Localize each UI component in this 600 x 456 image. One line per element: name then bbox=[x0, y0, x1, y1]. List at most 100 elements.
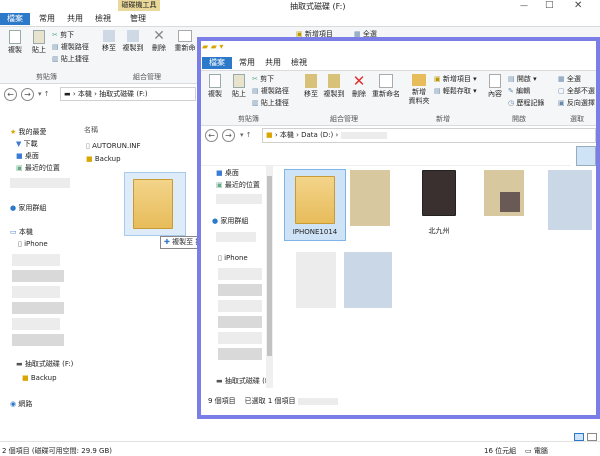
front-tab-home[interactable]: 常用 bbox=[234, 57, 260, 69]
back-address-current[interactable]: 抽取式磁碟 (F:) bbox=[99, 90, 148, 98]
back-tool-tab[interactable]: 磁碟機工具 bbox=[118, 0, 160, 11]
drive-icon: ▬ bbox=[64, 90, 71, 98]
back-nav-favorites[interactable]: ★ 我的最愛 bbox=[10, 126, 47, 138]
front-recent-dropdown[interactable]: ▾ ↑ bbox=[240, 131, 252, 139]
front-nav-homegroup-label: 家用群組 bbox=[220, 217, 249, 225]
back-tab-file[interactable]: 檔案 bbox=[0, 13, 30, 25]
front-cut-button[interactable]: ✂ 剪下 bbox=[252, 74, 274, 84]
front-nav-iphone[interactable]: ▯ iPhone bbox=[218, 252, 248, 264]
back-group-clipboard: 剪貼簿 bbox=[36, 73, 57, 81]
blurred-item bbox=[350, 170, 390, 226]
back-copy-button[interactable]: 複製 bbox=[4, 30, 26, 55]
front-history-button[interactable]: ◷ 歷程記錄 bbox=[508, 98, 544, 108]
back-max-icon[interactable]: □ bbox=[545, 0, 554, 10]
front-copy-path-button[interactable]: ▤ 複製路徑 bbox=[252, 86, 289, 96]
preview-pane-icon[interactable] bbox=[576, 146, 596, 166]
front-address-current[interactable]: Data (D:) bbox=[301, 131, 333, 139]
front-edit-button[interactable]: ✎ 編輯 bbox=[508, 86, 530, 96]
desktop-icon: ■ bbox=[16, 152, 23, 160]
back-tab-share[interactable]: 共用 bbox=[61, 13, 89, 25]
front-paste-button[interactable]: 貼上 bbox=[228, 74, 250, 99]
front-copy-button[interactable]: 複製 bbox=[204, 74, 226, 99]
back-cut-button[interactable]: ✂ 剪下 bbox=[52, 30, 74, 40]
copy-to-icon bbox=[127, 30, 139, 42]
front-forward-button[interactable]: → bbox=[222, 129, 235, 142]
back-recent-dropdown[interactable]: ▾ ↑ bbox=[38, 90, 50, 98]
front-address-prefix[interactable]: 本機 bbox=[280, 131, 294, 139]
back-file-backup[interactable]: ■ Backup bbox=[86, 153, 121, 165]
front-select-none-button[interactable]: ▢ 全部不選 bbox=[558, 86, 595, 96]
back-nav-network[interactable]: ◉ 網路 bbox=[10, 398, 32, 410]
back-move-to-button[interactable]: 移至 bbox=[98, 30, 120, 53]
back-file-autorun[interactable]: ▯ AUTORUN.INF bbox=[86, 140, 141, 152]
front-select-all-button[interactable]: ▦ 全選 bbox=[558, 74, 581, 84]
back-paste-shortcut-button[interactable]: ▥ 貼上捷徑 bbox=[52, 54, 89, 64]
front-properties-button[interactable]: 內容 bbox=[484, 74, 506, 99]
front-easy-access-button[interactable]: ▤ 輕鬆存取 ▾ bbox=[434, 86, 477, 96]
front-address-bar[interactable]: ■ › 本機 › Data (D:) › bbox=[262, 128, 596, 143]
back-nav-removable[interactable]: ▬ 抽取式磁碟 (F:) bbox=[16, 358, 73, 370]
back-nav-desktop[interactable]: ■ 桌面 bbox=[16, 150, 39, 162]
front-quick-access[interactable]: ▰ ▰ ▾ bbox=[202, 42, 223, 51]
back-tab-manage[interactable]: 管理 bbox=[120, 13, 156, 25]
front-rename-button[interactable]: 重新命名 bbox=[370, 74, 402, 99]
back-nav-downloads-label: 下載 bbox=[23, 140, 38, 148]
front-item-iphone1014[interactable]: IPHONE1014 bbox=[284, 169, 346, 241]
front-nav-removable[interactable]: ▬ 抽取式磁碟 (F:) bbox=[216, 375, 273, 387]
back-tab-home[interactable]: 常用 bbox=[33, 13, 61, 25]
front-tab-view[interactable]: 檢視 bbox=[286, 57, 312, 69]
back-rename-button[interactable]: 重新命 bbox=[172, 30, 198, 53]
front-nav-desktop[interactable]: ■ 桌面 bbox=[216, 167, 239, 179]
front-nav-homegroup[interactable]: ● 家用群組 bbox=[212, 215, 248, 227]
back-nav-recent[interactable]: ▣ 最近的位置 bbox=[16, 162, 60, 174]
back-address-bar[interactable]: ▬ › 本機 › 抽取式磁碟 (F:) bbox=[60, 87, 196, 101]
back-forward-button[interactable]: → bbox=[21, 88, 34, 101]
front-open-button[interactable]: ▤ 開啟 ▾ bbox=[508, 74, 537, 84]
front-nav-recent-label: 最近的位置 bbox=[224, 181, 260, 189]
blurred-item bbox=[340, 131, 387, 139]
back-copy-path-button[interactable]: ▤ 複製路徑 bbox=[52, 42, 89, 52]
front-copy-to-button[interactable]: 複製到 bbox=[322, 74, 346, 99]
drag-ghost bbox=[124, 172, 186, 236]
front-paste-shortcut-button[interactable]: ▥ 貼上捷徑 bbox=[252, 98, 289, 108]
front-back-button[interactable]: ← bbox=[205, 129, 218, 142]
back-copy-to-button[interactable]: 複製到 bbox=[122, 30, 144, 53]
front-new-folder-button[interactable]: 新增 資料夾 bbox=[406, 74, 432, 106]
back-paste-button[interactable]: 貼上 bbox=[28, 30, 50, 55]
back-delete-label: 刪除 bbox=[152, 44, 166, 52]
back-close-icon[interactable]: ✕ bbox=[574, 0, 582, 11]
front-nav-recent[interactable]: ▣ 最近的位置 bbox=[216, 179, 260, 191]
front-tab-share[interactable]: 共用 bbox=[260, 57, 286, 69]
front-nav-scroll-thumb[interactable] bbox=[267, 176, 272, 356]
cut-icon: ✂ bbox=[252, 75, 258, 83]
front-tab-file[interactable]: 檔案 bbox=[202, 57, 232, 69]
back-nav-downloads[interactable]: ▼ 下載 bbox=[16, 138, 38, 150]
back-nav-favorites-label: 我的最愛 bbox=[18, 128, 47, 136]
back-nav-iphone-label: iPhone bbox=[24, 240, 48, 248]
back-tab-view[interactable]: 檢視 bbox=[89, 13, 117, 25]
front-move-to-button[interactable]: 移至 bbox=[300, 74, 322, 99]
back-copy-path-label: 複製路徑 bbox=[60, 43, 89, 51]
front-item-kitakyushu[interactable]: 北九州 bbox=[418, 170, 460, 235]
front-delete-button[interactable]: ✕ 刪除 bbox=[348, 72, 370, 99]
back-nav-desktop-label: 桌面 bbox=[24, 152, 39, 160]
back-status-computer-label: 電腦 bbox=[533, 447, 548, 455]
back-column-name[interactable]: 名稱 bbox=[84, 125, 98, 135]
edit-icon: ✎ bbox=[508, 87, 514, 95]
front-new-item-button[interactable]: ▣ 新增項目 ▾ bbox=[434, 74, 477, 84]
front-invert-button[interactable]: ▣ 反向選擇 bbox=[558, 98, 595, 108]
back-nav-iphone[interactable]: ▯ iPhone bbox=[18, 238, 48, 250]
homegroup-icon: ● bbox=[212, 217, 219, 225]
back-address-prefix[interactable]: 本機 bbox=[78, 90, 92, 98]
back-nav-backup[interactable]: ■ Backup bbox=[22, 372, 57, 384]
back-nav-this-pc[interactable]: ▭ 本機 bbox=[10, 226, 33, 238]
paste-icon bbox=[233, 74, 245, 88]
back-min-icon[interactable]: — bbox=[520, 1, 528, 10]
back-back-button[interactable]: ← bbox=[4, 88, 17, 101]
large-icons-view-icon[interactable] bbox=[587, 433, 597, 441]
back-group-organize: 組合管理 bbox=[133, 73, 161, 81]
blurred-item bbox=[216, 194, 262, 204]
back-delete-button[interactable]: ✕ 刪除 bbox=[148, 28, 170, 53]
details-view-icon[interactable] bbox=[574, 433, 584, 441]
back-nav-homegroup[interactable]: ● 家用群組 bbox=[10, 202, 46, 214]
